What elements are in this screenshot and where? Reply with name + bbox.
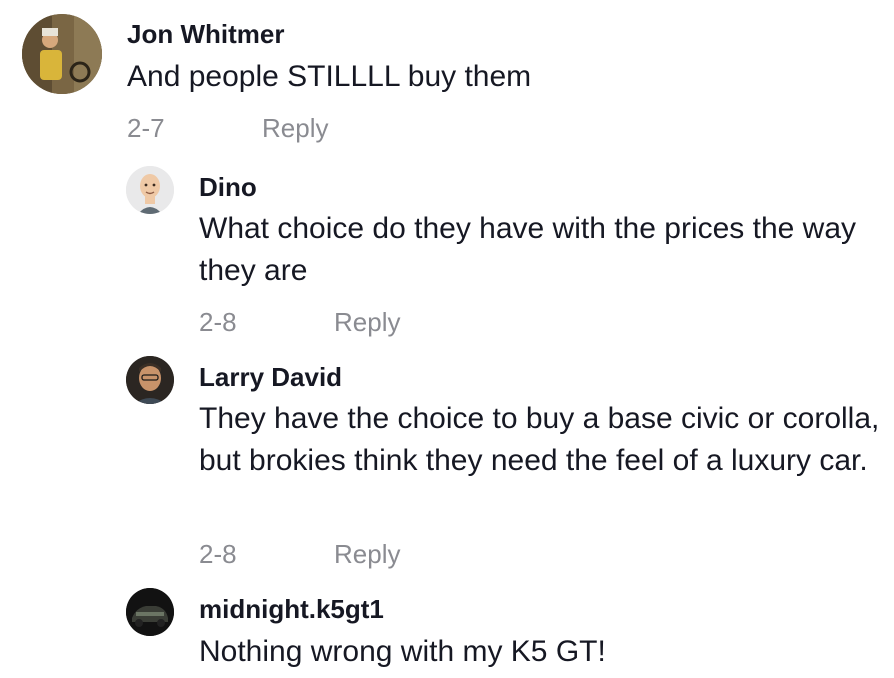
comment-date: 2-8 [199, 307, 237, 337]
comment-username[interactable]: midnight.k5gt1 [199, 594, 384, 624]
reply-comment-item: Dino What choice do they have with the p… [0, 160, 894, 350]
car-avatar-icon [126, 588, 174, 636]
memoji-avatar-icon [126, 166, 174, 214]
comment-text: Nothing wrong with my K5 GT! [199, 635, 606, 668]
reply-button[interactable]: Reply [334, 539, 400, 569]
comment-username[interactable]: Dino [199, 172, 257, 202]
user-avatar[interactable] [126, 356, 174, 404]
reply-button[interactable]: Reply [334, 307, 400, 337]
reply-comment-item: Larry David They have the choice to buy … [0, 350, 894, 585]
comment-text: They have the choice to buy a base civic… [199, 402, 880, 477]
comment-username[interactable]: Jon Whitmer [127, 19, 284, 49]
user-avatar[interactable] [126, 588, 174, 636]
user-avatar[interactable] [22, 14, 102, 94]
avatar-photo-icon [126, 356, 174, 404]
comment-text: And people STILLLL buy them [127, 60, 532, 93]
comment-text: What choice do they have with the prices… [199, 212, 857, 287]
comment-username[interactable]: Larry David [199, 362, 342, 392]
avatar-photo-icon [22, 14, 102, 94]
reply-button[interactable]: Reply [262, 113, 328, 143]
comment-item: Jon Whitmer And people STILLLL buy them … [0, 0, 894, 160]
comment-date: 2-7 [127, 113, 165, 143]
comment-date: 2-8 [199, 539, 237, 569]
reply-comment-item: midnight.k5gt1 Nothing wrong with my K5 … [0, 585, 894, 678]
user-avatar[interactable] [126, 166, 174, 214]
